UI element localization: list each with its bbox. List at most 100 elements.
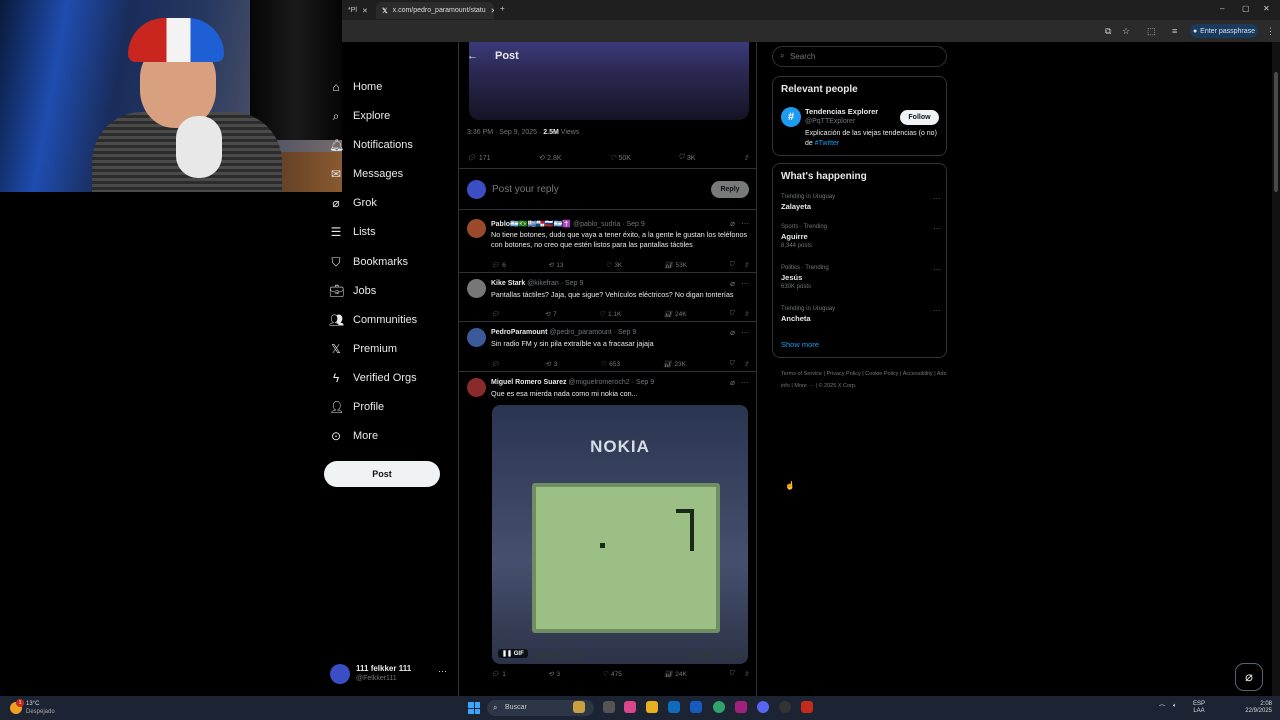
page-scrollbar[interactable] [1272,42,1280,696]
file-explorer-icon[interactable] [646,701,658,713]
like-action[interactable]: ♡ 475 [602,670,622,679]
repost-action[interactable]: ⟲ 2.8K [538,154,561,163]
more-icon[interactable]: ··· [933,224,941,233]
footer-link[interactable]: Accessibility [903,371,933,377]
extensions-icon[interactable]: ⬚ [1147,26,1156,37]
views-action[interactable]: 📊︎ 24K [664,670,687,679]
network-icon[interactable]: ⌒ [1159,703,1165,712]
more-icon[interactable]: ··· [933,265,941,274]
avatar[interactable] [467,328,486,347]
profile-name[interactable]: Tendencias Explorer [805,107,878,116]
grok-floating-icon[interactable]: ⌀ [1235,663,1263,691]
table-row[interactable]: Kike Stark @kikefran · Sep 9 ⌀ ··· Pantalla… [459,273,756,322]
bookmark-action[interactable]: ⛉ 3K [679,154,696,162]
word-icon[interactable] [690,701,702,713]
bookmark-icon[interactable]: ⛉ [729,670,734,678]
sidebar-item-explore[interactable]: ⌕ Explore [329,105,391,127]
trend-item[interactable]: Trending in Uruguay Zalayeta ··· [781,194,941,211]
follow-button[interactable]: Follow [900,110,939,125]
like-action[interactable]: ♡ 1.1K [599,310,621,319]
minimize-button[interactable]: – [1220,4,1224,13]
grok-icon[interactable]: ⌀ [730,378,735,387]
sidebar-item-premium[interactable]: 𝕏 Premium [329,338,397,360]
trend-item[interactable]: Trending in Uruguay Ancheta ··· [781,306,941,323]
passphrase-button[interactable]: ● Enter passphrase [1190,24,1258,38]
task-view-icon[interactable] [603,701,615,713]
avatar[interactable] [467,279,486,298]
sidebar-item-verified-orgs[interactable]: ϟ Verified Orgs [329,367,417,389]
reply-action[interactable]: 💬︎ [491,360,502,368]
reply-action[interactable]: 💬︎ 6 [491,261,506,270]
bookmark-icon[interactable]: ⛉ [729,360,734,368]
views-action[interactable]: 📊︎ 53K [664,261,687,270]
share-icon[interactable]: ⇧ [744,670,749,678]
sidebar-item-bookmarks[interactable]: ⛉ Bookmarks [329,251,408,273]
discord-icon[interactable] [757,701,769,713]
maximize-button[interactable]: ▢ [1242,4,1250,13]
table-row[interactable]: Miguel Romero Suarez @miguelromeroch2 · … [459,372,756,696]
gif-media[interactable]: NOKIA SCORE: 127 LEVEL: SLUG ❚❚ GIF [492,405,748,664]
browser-tab-active[interactable]: 𝕏x.com/pedro_paramount/statu ✕ [376,2,494,19]
grok-icon[interactable]: ⌀ [730,219,735,228]
more-icon[interactable]: ··· [933,306,941,315]
close-window-button[interactable]: ✕ [1263,4,1270,13]
hashtag-avatar-icon[interactable]: # [781,107,801,127]
obs-icon[interactable] [779,701,791,713]
more-icon[interactable]: ··· [438,666,447,676]
like-action[interactable]: ♡ 3K [605,261,622,270]
post-button[interactable]: Post [324,461,440,487]
volume-icon[interactable]: 🔈︎ [1173,703,1177,710]
repost-action[interactable]: ⟲ 7 [545,310,557,319]
gif-badge[interactable]: ❚❚ GIF [498,649,528,658]
share-action[interactable]: ⇧ [743,154,749,162]
close-tab-icon[interactable]: ✕ [491,7,494,15]
share-icon[interactable]: ⇧ [744,310,749,318]
avatar[interactable] [467,219,486,238]
reply-action[interactable]: 💬︎ [491,310,502,318]
like-action[interactable]: ♡ 653 [600,360,620,369]
reply-action[interactable]: 💬︎ 171 [467,154,491,163]
author-name[interactable]: Miguel Romero Suarez [491,379,566,386]
browser-tab[interactable]: *Pl ✕ [342,2,372,19]
back-arrow-icon[interactable]: ← [467,50,478,62]
views-action[interactable]: 📊︎ 24K [664,310,687,319]
sidebar-item-profile[interactable]: 👤︎ Profile [329,396,384,418]
footer-link[interactable]: More ··· [794,383,814,389]
system-tray[interactable]: ⌒ 🔈︎ ESP LAA 2:08 22/9/2025 [1157,699,1277,717]
grok-icon[interactable]: ⌀ [730,328,735,337]
more-icon[interactable]: ··· [741,328,749,337]
windows-start-icon[interactable] [468,702,480,714]
author-name[interactable]: Pablo🇦🇷🇧🇷🇺🇾🇵🇦🇷🇺🇦🇷✝️ [491,221,571,228]
repost-action[interactable]: ⟲ 3 [545,360,557,369]
more-icon[interactable]: ··· [933,194,941,203]
footer-link[interactable]: © 2025 X Corp. [818,383,856,389]
close-tab-icon[interactable]: ✕ [362,7,368,15]
scrollbar-thumb[interactable] [1274,72,1278,192]
search-input[interactable] [772,46,947,67]
media-icon[interactable]: ≡ [1172,26,1177,36]
widgets-icon[interactable] [573,701,585,713]
new-tab-button[interactable]: + [500,4,505,13]
app-icon[interactable] [801,701,813,713]
footer-link[interactable]: Cookie Policy [865,371,898,377]
star-icon[interactable]: ☆ [1122,26,1130,37]
reply-input[interactable] [492,184,692,195]
sidebar-item-messages[interactable]: ✉ Messages [329,163,403,185]
table-row[interactable]: PedroParamount @pedro_paramount · Sep 9 ⌀… [459,322,756,372]
clock[interactable]: 2:08 22/9/2025 [1222,701,1272,715]
trend-item[interactable]: Sports · Trending Aguirre 8,344 posts ··· [781,224,941,249]
more-icon[interactable]: ··· [741,378,749,387]
app-icon[interactable] [735,701,747,713]
share-icon[interactable]: ⇧ [744,360,749,368]
author-name[interactable]: Kike Stark [491,280,525,287]
reply-button[interactable]: Reply [711,181,749,198]
weather-widget[interactable]: 1 13°C Despejado [10,699,80,717]
repost-action[interactable]: ⟲ 13 [548,261,564,270]
share-icon[interactable]: ⇧ [744,261,749,269]
table-row[interactable]: Pablo🇦🇷🇧🇷🇺🇾🇵🇦🇷🇺🇦🇷✝️ @pablo_sudria · Sep … [459,213,756,273]
hashtag-link[interactable]: #Twitter [815,140,840,147]
sidebar-item-jobs[interactable]: 💼︎ Jobs [329,280,376,302]
trend-item[interactable]: Politics · Trending Jesús 630K posts ··· [781,265,941,290]
account-switcher[interactable]: 111 felkker 111 @Felkker111 ··· [330,662,450,686]
copilot-icon[interactable] [624,701,636,713]
